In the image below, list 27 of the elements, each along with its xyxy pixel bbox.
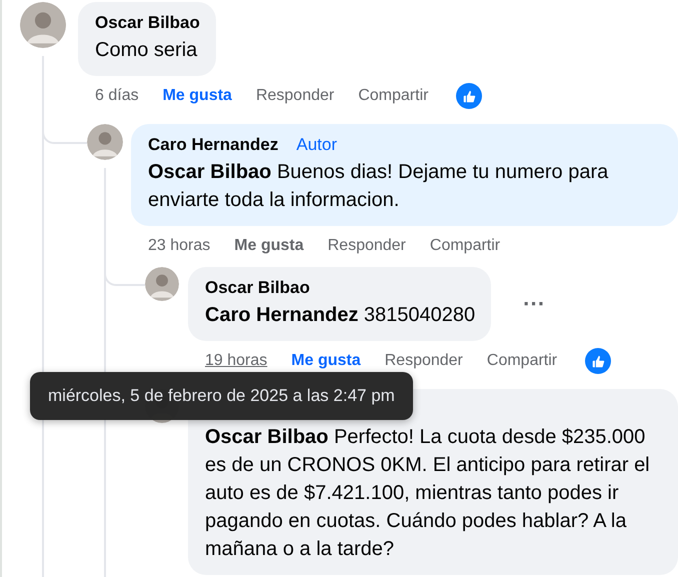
like-link[interactable]: Me gusta bbox=[162, 87, 232, 105]
comment-text: Oscar Bilbao Perfecto! La cuota desde $235.000 es de un CRONOS 0KM. El anticipo para retirar el auto es de $7.421.100, mientras tanto podes ir pagando en cuotas. Cuándo podes hablar? A la mañana o a la tarde? bbox=[205, 425, 651, 562]
reply-link[interactable]: Responder bbox=[384, 352, 463, 370]
share-link[interactable]: Compartir bbox=[430, 237, 500, 255]
reply-link[interactable]: Responder bbox=[328, 237, 406, 255]
like-icon[interactable] bbox=[456, 83, 482, 109]
reply-link[interactable]: Responder bbox=[256, 87, 334, 105]
share-link[interactable]: Compartir bbox=[486, 352, 558, 370]
comment-text: Como seria bbox=[95, 38, 198, 63]
more-button[interactable]: ··· bbox=[519, 293, 550, 315]
author-name[interactable]: Oscar Bilbao bbox=[205, 278, 310, 298]
author-name[interactable]: Oscar Bilbao bbox=[95, 13, 200, 33]
avatar[interactable] bbox=[20, 2, 66, 48]
like-icon[interactable] bbox=[585, 348, 612, 374]
timestamp-tooltip: miércoles, 5 de febrero de 2025 a las 2:47 pm bbox=[30, 372, 413, 420]
comment-text: Oscar Bilbao Buenos dias! Dejame tu numero para enviarte toda la informacion. bbox=[148, 160, 610, 213]
like-link[interactable]: Me gusta bbox=[234, 237, 304, 255]
avatar[interactable] bbox=[145, 267, 179, 301]
comment-text: Caro Hernandez 3815040280 bbox=[205, 303, 476, 328]
share-link[interactable]: Compartir bbox=[358, 87, 428, 105]
like-link[interactable]: Me gusta bbox=[291, 352, 361, 370]
timestamp[interactable]: 23 horas bbox=[148, 237, 210, 255]
timestamp[interactable]: 19 horas bbox=[205, 352, 268, 370]
author-name[interactable]: Caro Hernandez bbox=[148, 135, 278, 155]
avatar[interactable] bbox=[87, 124, 123, 160]
timestamp[interactable]: 6 días bbox=[95, 87, 139, 105]
author-label: Autor bbox=[296, 135, 338, 155]
